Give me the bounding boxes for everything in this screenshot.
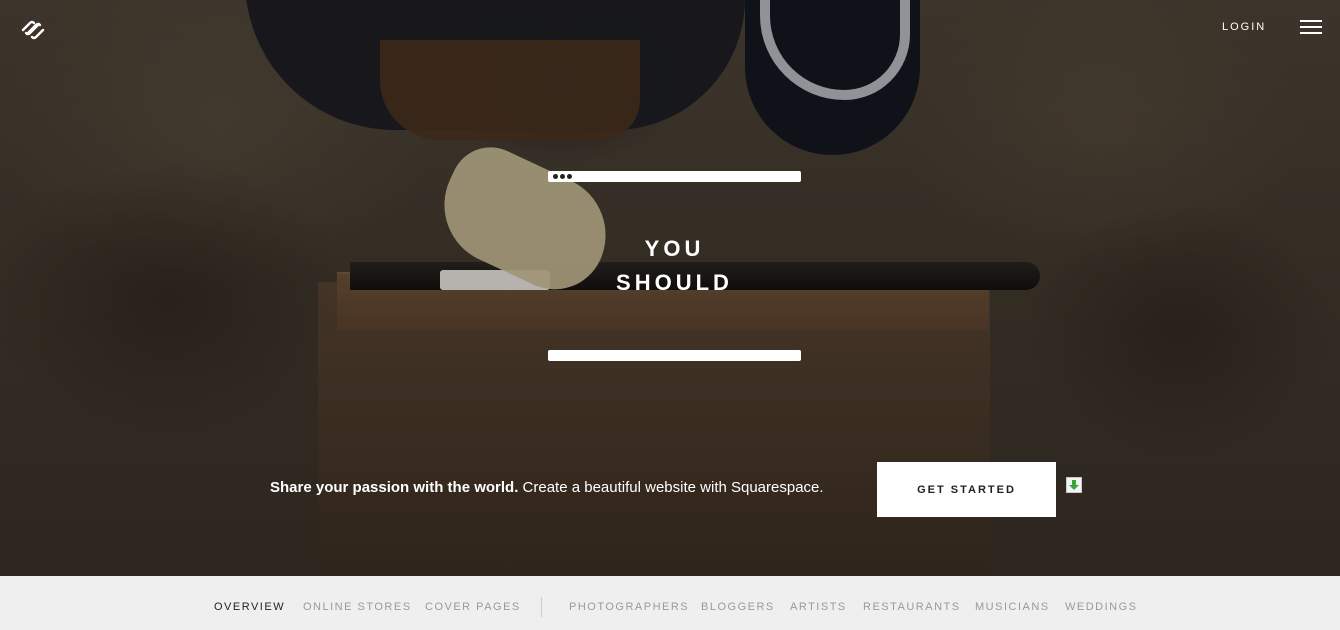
nav-item-musicians[interactable]: MUSICIANS bbox=[975, 601, 1050, 613]
login-link[interactable]: LOGIN bbox=[1222, 21, 1266, 33]
download-arrow-icon[interactable] bbox=[1066, 477, 1082, 493]
nav-item-weddings[interactable]: WEDDINGS bbox=[1065, 601, 1138, 613]
nav-divider bbox=[541, 597, 542, 617]
nav-item-photographers[interactable]: PHOTOGRAPHERS bbox=[569, 601, 689, 613]
squarespace-logo-icon[interactable] bbox=[20, 18, 46, 40]
nav-item-bloggers[interactable]: BLOGGERS bbox=[701, 601, 775, 613]
get-started-button[interactable]: GET STARTED bbox=[877, 462, 1056, 517]
hero-headline: YOU SHOULD bbox=[548, 232, 801, 300]
hamburger-menu-icon[interactable] bbox=[1300, 20, 1322, 36]
nav-item-overview[interactable]: OVERVIEW bbox=[214, 601, 285, 613]
category-nav: OVERVIEW ONLINE STORES COVER PAGES PHOTO… bbox=[0, 576, 1340, 630]
nav-item-cover-pages[interactable]: COVER PAGES bbox=[425, 601, 521, 613]
browser-frame-top bbox=[548, 171, 801, 182]
hero-tagline: Share your passion with the world. Creat… bbox=[270, 479, 824, 496]
tagline-bold: Share your passion with the world. bbox=[270, 479, 519, 496]
nav-item-artists[interactable]: ARTISTS bbox=[790, 601, 847, 613]
headline-line-1: YOU bbox=[644, 236, 705, 261]
nav-item-restaurants[interactable]: RESTAURANTS bbox=[863, 601, 961, 613]
browser-frame-bottom bbox=[548, 350, 801, 361]
tagline-rest: Create a beautiful website with Squaresp… bbox=[522, 479, 824, 496]
headline-line-2: SHOULD bbox=[616, 270, 733, 295]
nav-item-online-stores[interactable]: ONLINE STORES bbox=[303, 601, 412, 613]
